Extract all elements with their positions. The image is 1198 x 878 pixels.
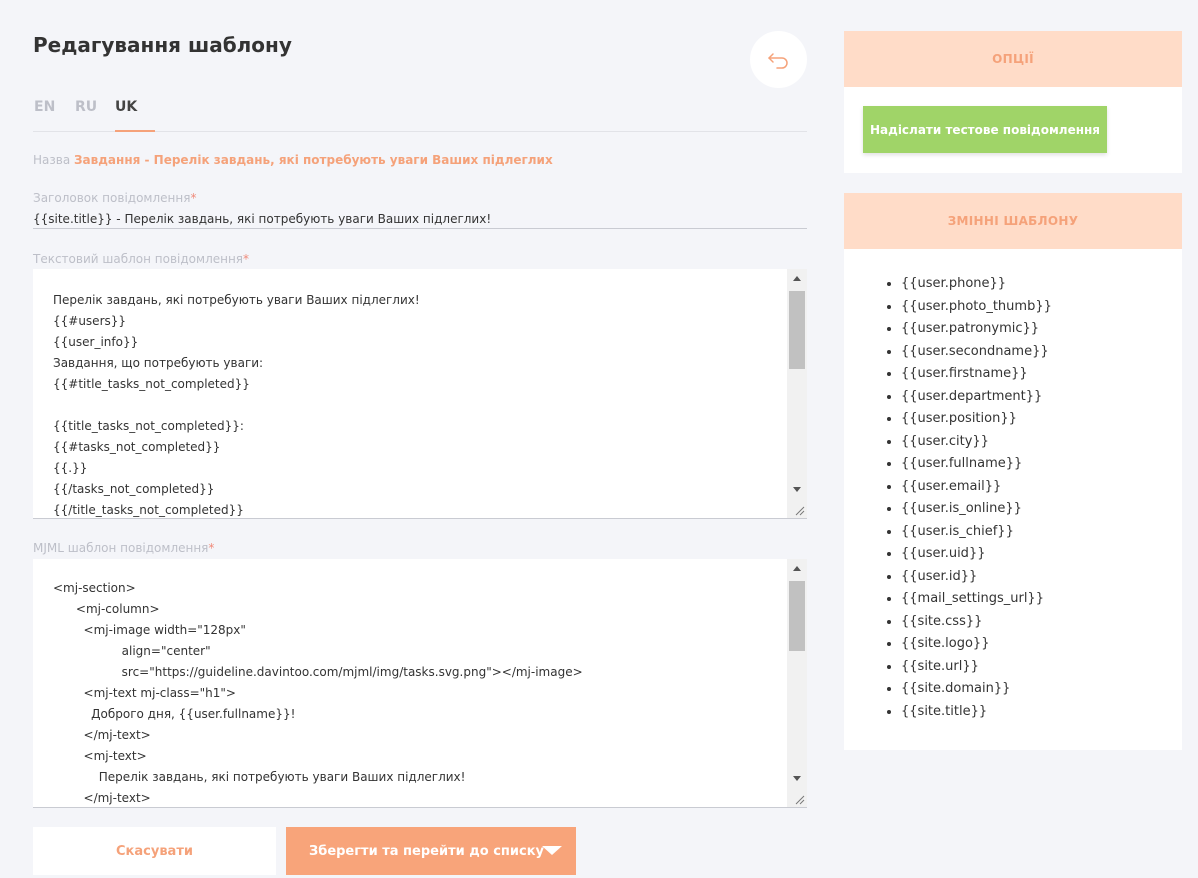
scrollbar-thumb[interactable]	[789, 291, 805, 369]
template-variable-item[interactable]: {{user.uid}}	[901, 543, 1052, 566]
mjml-template-label-text: MJML шаблон повідомлення	[33, 541, 209, 555]
save-button-label: Зберегти та перейти до списку	[309, 844, 545, 859]
required-mark: *	[190, 191, 197, 205]
template-variable-item[interactable]: {{user.is_online}}	[901, 498, 1052, 521]
text-template-content: Перелік завдань, які потребують уваги Ва…	[53, 293, 420, 517]
template-variable-item[interactable]: {{user.secondname}}	[901, 341, 1052, 364]
save-and-go-to-list-button[interactable]: Зберегти та перейти до списку	[286, 827, 576, 875]
text-template-textarea[interactable]: Перелік завдань, які потребують уваги Ва…	[33, 269, 807, 519]
template-variable-item[interactable]: {{user.email}}	[901, 476, 1052, 499]
scrollbar-thumb[interactable]	[789, 581, 805, 651]
template-variable-item[interactable]: {{site.logo}}	[901, 633, 1052, 656]
mjml-template-label: MJML шаблон повідомлення*	[33, 541, 214, 555]
text-template-label-text: Текстовий шаблон повідомлення	[33, 252, 244, 266]
template-variables-list: {{user.phone}}{{user.photo_thumb}}{{user…	[883, 273, 1052, 723]
resize-handle-icon[interactable]	[793, 504, 805, 516]
tab-en[interactable]: EN	[34, 99, 55, 115]
caret-down-icon[interactable]	[542, 846, 562, 855]
back-button[interactable]	[750, 31, 807, 88]
template-variables-title: ЗМІННІ ШАБЛОНУ	[844, 193, 1182, 249]
template-variable-item[interactable]: {{site.title}}	[901, 701, 1052, 724]
required-mark: *	[243, 252, 250, 266]
language-tabs: EN RU UK	[33, 90, 807, 132]
subject-label: Заголовок повідомлення*	[33, 191, 196, 205]
template-variable-item[interactable]: {{user.position}}	[901, 408, 1052, 431]
text-template-label: Текстовий шаблон повідомлення*	[33, 252, 249, 266]
template-variable-item[interactable]: {{site.url}}	[901, 656, 1052, 679]
options-panel: ОПЦІЇ Надіслати тестове повідомлення	[844, 31, 1182, 173]
active-tab-indicator	[115, 130, 155, 132]
template-variable-item[interactable]: {{user.patronymic}}	[901, 318, 1052, 341]
page-title: Редагування шаблону	[33, 33, 292, 57]
scroll-down-icon[interactable]	[793, 487, 801, 492]
subject-input[interactable]	[33, 210, 807, 229]
template-variables-panel: ЗМІННІ ШАБЛОНУ {{user.phone}}{{user.phot…	[844, 193, 1182, 750]
mjml-template-content: <mj-section> <mj-column> <mj-image width…	[53, 581, 583, 805]
undo-arrow-icon	[767, 52, 788, 69]
send-test-message-button[interactable]: Надіслати тестове повідомлення	[863, 106, 1107, 153]
scroll-up-icon[interactable]	[793, 566, 801, 571]
template-variable-item[interactable]: {{user.firstname}}	[901, 363, 1052, 386]
template-variable-item[interactable]: {{user.department}}	[901, 386, 1052, 409]
editor-column: Редагування шаблону EN RU UK Назва Завда…	[33, 0, 807, 878]
template-variable-item[interactable]: {{user.phone}}	[901, 273, 1052, 296]
template-name-label: Назва	[33, 153, 71, 167]
cancel-button[interactable]: Скасувати	[33, 827, 276, 875]
tab-ru[interactable]: RU	[75, 99, 97, 115]
template-variable-item[interactable]: {{mail_settings_url}}	[901, 588, 1052, 611]
scroll-up-icon[interactable]	[793, 276, 801, 281]
template-variable-item[interactable]: {{user.city}}	[901, 431, 1052, 454]
template-variable-item[interactable]: {{user.id}}	[901, 566, 1052, 589]
template-variable-item[interactable]: {{site.domain}}	[901, 678, 1052, 701]
template-name-value: Завдання - Перелік завдань, які потребую…	[74, 153, 553, 167]
options-panel-title: ОПЦІЇ	[844, 31, 1182, 87]
subject-label-text: Заголовок повідомлення	[33, 191, 191, 205]
mjml-template-scrollbar[interactable]	[787, 559, 807, 807]
template-variable-item[interactable]: {{site.css}}	[901, 611, 1052, 634]
template-variable-item[interactable]: {{user.fullname}}	[901, 453, 1052, 476]
template-name-row: Назва Завдання - Перелік завдань, які по…	[33, 153, 553, 167]
template-variable-item[interactable]: {{user.photo_thumb}}	[901, 296, 1052, 319]
scroll-down-icon[interactable]	[793, 776, 801, 781]
mjml-template-textarea[interactable]: <mj-section> <mj-column> <mj-image width…	[33, 559, 807, 808]
template-variable-item[interactable]: {{user.is_chief}}	[901, 521, 1052, 544]
required-mark: *	[208, 541, 215, 555]
tab-uk[interactable]: UK	[115, 99, 137, 115]
resize-handle-icon[interactable]	[793, 793, 805, 805]
text-template-scrollbar[interactable]	[787, 269, 807, 518]
